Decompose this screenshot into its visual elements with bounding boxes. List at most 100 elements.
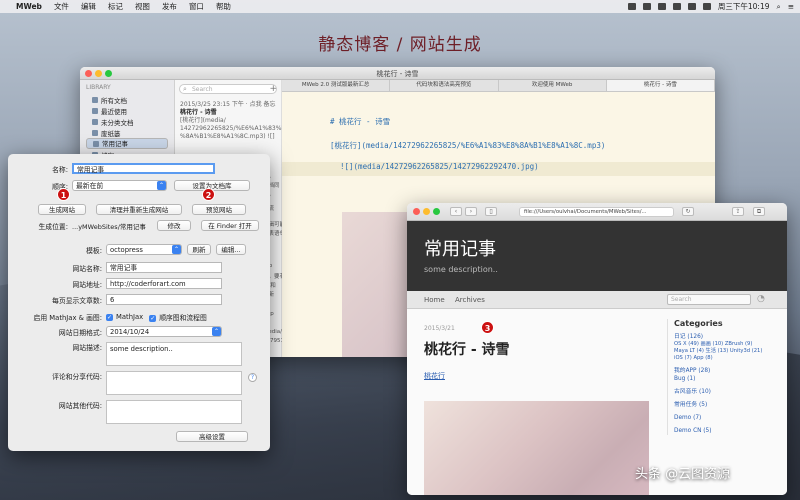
search-icon[interactable]: ⌕: [777, 2, 781, 12]
minimize-button[interactable]: [423, 208, 430, 215]
site-url-field[interactable]: http://coderforart.com: [106, 278, 222, 289]
battery-icon[interactable]: [702, 3, 711, 10]
per-page-field[interactable]: 6: [106, 294, 222, 305]
generate-site-button[interactable]: 生成网站: [38, 204, 86, 215]
modify-button[interactable]: 修改: [157, 220, 191, 231]
menubar-clock[interactable]: 周三下午10:19: [718, 1, 770, 12]
advanced-settings-button[interactable]: 高级设置: [176, 431, 248, 442]
nav-archives[interactable]: Archives: [455, 296, 485, 304]
category-link[interactable]: Maya LT (4) 生活 (13) Unity3d (21): [674, 348, 777, 355]
location-label: 生成位置:: [38, 222, 68, 231]
tab-welcome[interactable]: 欢迎使用 MWeb: [499, 80, 607, 91]
watermark: 头条 @云图资源: [635, 467, 731, 482]
per-page-label: 每页显示文章数:: [52, 296, 102, 305]
open-finder-button[interactable]: 在 Finder 打开: [201, 220, 259, 231]
step-badge: 2: [202, 188, 215, 201]
sidebar-icon[interactable]: ▯: [485, 207, 497, 216]
volume-icon[interactable]: [687, 3, 696, 10]
forward-icon[interactable]: ›: [465, 207, 477, 216]
reload-icon[interactable]: ↻: [682, 207, 694, 216]
back-icon[interactable]: ‹: [450, 207, 462, 216]
address-bar[interactable]: file:///Users/oulvhai/Documents/MWeb/Sit…: [519, 207, 674, 217]
blog-header: 常用记事 some description..: [407, 221, 787, 291]
category-link[interactable]: 日记 (126): [674, 333, 777, 341]
menu-window[interactable]: 窗口: [189, 1, 204, 12]
other-code-field[interactable]: [106, 400, 242, 424]
refresh-button[interactable]: 刷新: [187, 244, 211, 255]
category-link[interactable]: Bug (1): [674, 375, 777, 383]
nav-home[interactable]: Home: [424, 296, 445, 304]
wifi-icon[interactable]: [672, 3, 681, 10]
edit-template-button[interactable]: 编辑...: [216, 244, 246, 255]
date-format-select[interactable]: 2014/10/24 ⌃: [106, 326, 222, 337]
name-label: 名称:: [52, 165, 68, 174]
tab-current-doc[interactable]: 桃花行 - 诗雪: [606, 80, 715, 91]
category-link[interactable]: 常用任务 (5): [674, 401, 777, 409]
rss-icon[interactable]: ◔: [757, 294, 765, 304]
mathjax-checkbox[interactable]: ✓ MathJax: [106, 313, 143, 321]
trash-icon: [92, 129, 98, 136]
editor-heading: # 桃花行 - 诗雪: [330, 117, 391, 126]
library-item-unsorted[interactable]: 未分类文档: [86, 116, 168, 127]
name-field[interactable]: 常用记事: [72, 163, 215, 174]
document-tabs: MWeb 2.0 测试版最新汇总 代码块和语法高亮预览 欢迎使用 MWeb 桃花…: [282, 80, 715, 92]
date-format-label: 网站日期格式:: [58, 328, 102, 337]
zoom-button[interactable]: [433, 208, 440, 215]
chevron-down-icon: ⌃: [157, 181, 166, 190]
comment-code-label: 评论和分享代码:: [52, 373, 102, 381]
category-link[interactable]: 古风音乐 (10): [674, 388, 777, 396]
menu-mark[interactable]: 标记: [108, 1, 123, 12]
post-link[interactable]: 桃花行: [424, 371, 445, 381]
category-link[interactable]: 我的APP (28): [674, 367, 777, 375]
post-image: [424, 401, 649, 495]
search-input[interactable]: Search: [179, 84, 277, 94]
help-button[interactable]: ?: [248, 373, 257, 382]
menu-app[interactable]: MWeb: [16, 2, 42, 11]
menu-file[interactable]: 文件: [54, 1, 69, 12]
library-item-trash[interactable]: 废纸篓: [86, 127, 168, 138]
blog-title[interactable]: 常用记事: [424, 235, 496, 261]
site-desc-field[interactable]: some description..: [106, 342, 242, 366]
mweb-window-title: 桃花行 - 诗雪: [376, 70, 419, 78]
library-item-notes[interactable]: 常用记事: [86, 138, 168, 149]
menu-edit[interactable]: 编辑: [81, 1, 96, 12]
folder-icon: [93, 140, 99, 147]
site-name-field[interactable]: 常用记事: [106, 262, 222, 273]
library-item-all[interactable]: 所有文档: [86, 94, 168, 105]
site-desc-label: 网站描述:: [72, 344, 102, 352]
order-select[interactable]: 最新在前 ⌃: [72, 180, 167, 191]
category-link[interactable]: Demo (7): [674, 414, 777, 422]
menu-publish[interactable]: 发布: [162, 1, 177, 12]
close-button[interactable]: [413, 208, 420, 215]
list-item[interactable]: 2015/3/25 23:15 下午 · 点我 备忘 桃花行 - 诗雪 [桃花行…: [175, 98, 289, 144]
blog-search-input[interactable]: Search: [667, 294, 751, 305]
editor-line: ![](media/14272962265825/14272962292470.…: [282, 162, 715, 176]
category-link[interactable]: iOS (7) App (8): [674, 355, 777, 362]
site-settings-panel: 名称: 常用记事 顺序: 最新在前 ⌃ 设置为文档库 生成网站 清理并重新生成网站…: [8, 154, 270, 451]
folder-icon: [92, 118, 98, 125]
post-date: 2015/3/21: [424, 325, 455, 332]
library-item-recent[interactable]: 最近使用: [86, 105, 168, 116]
menu-view[interactable]: 视图: [135, 1, 150, 12]
template-select[interactable]: octopress ⌃: [106, 244, 182, 255]
tab-changelog[interactable]: MWeb 2.0 测试版最新汇总: [282, 80, 391, 91]
category-link[interactable]: OS X (49) 画画 (10) ZBrush (9): [674, 341, 777, 348]
status-icon[interactable]: [627, 3, 636, 10]
clean-regenerate-button[interactable]: 清理并重新生成网站: [96, 204, 182, 215]
tab-code-highlight[interactable]: 代码块和语法高亮预览: [390, 80, 499, 91]
list-icon[interactable]: ≡: [788, 2, 794, 11]
add-document-icon[interactable]: +: [269, 84, 277, 94]
category-link[interactable]: Demo CN (5): [674, 427, 777, 435]
preview-site-button[interactable]: 预览网站: [192, 204, 246, 215]
flowchart-checkbox[interactable]: ✓ 顺序图和流程图: [149, 312, 207, 322]
share-icon[interactable]: ⇪: [732, 207, 744, 216]
status-icon[interactable]: [642, 3, 651, 10]
tabs-icon[interactable]: ⧉: [753, 207, 765, 216]
menu-bar: MWeb 文件 编辑 标记 视图 发布 窗口 帮助 周三下午10:19 ⌕ ≡: [0, 0, 800, 13]
status-icon[interactable]: [657, 3, 666, 10]
checkmark-icon: ✓: [149, 315, 157, 322]
menu-help[interactable]: 帮助: [216, 1, 231, 12]
comment-code-field[interactable]: [106, 371, 242, 395]
post-title[interactable]: 桃花行 - 诗雪: [424, 339, 510, 359]
editor-line: [桃花行](media/14272962265825/%E6%A1%83%E8%…: [330, 141, 606, 150]
